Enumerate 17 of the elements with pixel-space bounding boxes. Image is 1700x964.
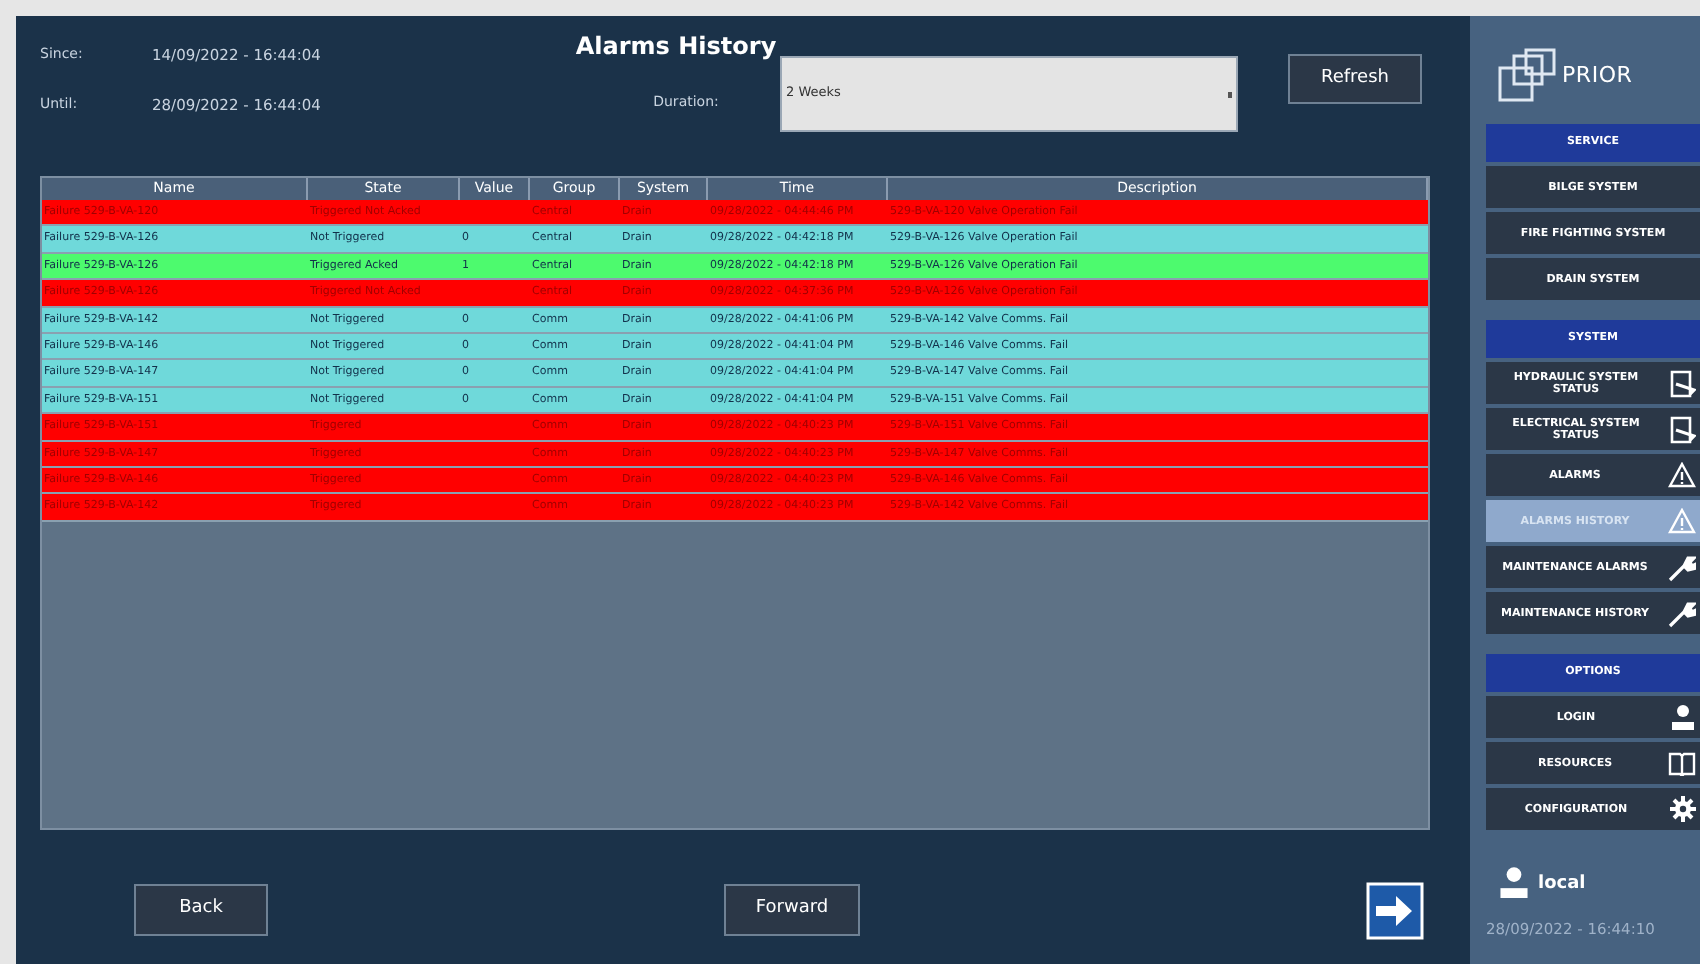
warning-icon [1668, 462, 1696, 488]
wrench-icon [1668, 599, 1696, 627]
user-name: local [1538, 871, 1586, 897]
forward-button[interactable]: Forward [724, 884, 860, 936]
exit-icon[interactable] [1366, 881, 1424, 939]
wrench-icon [1668, 553, 1696, 581]
refresh-button[interactable]: Refresh [1288, 54, 1422, 104]
gear-icon [1670, 796, 1696, 822]
caret-icon [1228, 91, 1232, 97]
page-title: Alarms History [575, 30, 777, 64]
book-icon [1668, 751, 1696, 775]
back-button[interactable]: Back [134, 884, 268, 936]
user-icon [1670, 704, 1696, 730]
warning-icon [1668, 508, 1696, 534]
logo-squares-icon [1498, 48, 1558, 104]
user-icon [1498, 866, 1530, 898]
logo-text: PRIOR [1562, 59, 1633, 92]
